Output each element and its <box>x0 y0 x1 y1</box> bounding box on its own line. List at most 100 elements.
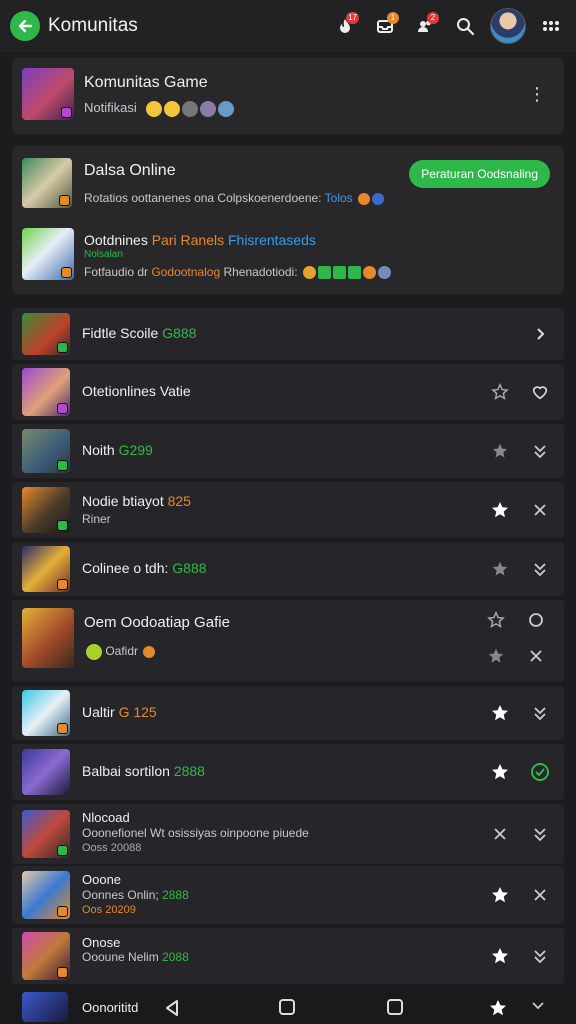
list-item[interactable]: Balbai sortilon 2888 <box>12 744 564 800</box>
sticker-icon <box>358 192 370 205</box>
list-item[interactable]: Fidtle Scoile G888 <box>12 308 564 360</box>
avatar-icon <box>218 100 235 117</box>
star-filled-icon[interactable] <box>490 500 510 520</box>
item-thumbnail <box>22 608 74 668</box>
heart-icon[interactable] <box>530 382 550 402</box>
item-title: Nlocoad <box>82 810 130 825</box>
emoji-icon <box>164 100 181 117</box>
chevron-right-icon[interactable] <box>530 324 550 344</box>
featured-thumbnail <box>22 158 72 208</box>
star-icon[interactable] <box>490 559 510 579</box>
check-circle-icon[interactable] <box>530 762 550 782</box>
item-title: Balbai sortilon 2888 <box>82 763 205 779</box>
item-title: Noith G299 <box>82 442 153 458</box>
star-filled-icon[interactable] <box>490 946 510 966</box>
list-item[interactable]: Nlocoad Ooonefionel Wt osissiyas oinpoon… <box>12 804 564 864</box>
circle-icon[interactable] <box>526 610 546 630</box>
item-title-text: Nodie btiayot <box>82 493 164 509</box>
sticker-icon <box>143 646 156 658</box>
star-filled-icon[interactable] <box>490 703 510 723</box>
avatar-icon <box>182 100 199 117</box>
post-thumbnail <box>22 228 74 280</box>
star-filled-icon[interactable] <box>490 762 510 782</box>
item-thumbnail <box>22 429 70 473</box>
system-nav-bar: Oonorititd <box>0 990 576 1024</box>
item-title: Oonorititd <box>82 1000 139 1015</box>
star-outline-icon[interactable] <box>486 610 506 630</box>
star-icon[interactable] <box>490 441 510 461</box>
close-icon[interactable] <box>490 824 510 844</box>
item-subtitle-text: Oooune Nelim <box>82 950 159 964</box>
sticker-icon <box>372 192 384 205</box>
avatar-icon <box>200 100 217 117</box>
more-options-icon[interactable]: ⋮ <box>528 84 546 105</box>
inbox-button[interactable]: 1 <box>370 11 400 41</box>
item-title-text: Colinee o tdh: <box>82 560 169 576</box>
post-meta-highlight: Godootnalog <box>151 265 221 279</box>
post-title-highlight: Pari Ranels <box>151 232 225 248</box>
close-icon[interactable] <box>530 885 550 905</box>
user-avatar[interactable] <box>490 8 526 44</box>
close-icon[interactable] <box>530 500 550 520</box>
sticker-icon <box>332 266 346 280</box>
community-meta: Notifikasi <box>84 100 235 117</box>
item-thumbnail <box>22 487 70 533</box>
close-icon[interactable] <box>526 646 546 666</box>
nav-recents-icon[interactable] <box>386 998 404 1021</box>
list-item[interactable]: Ooone Oonnes Onlin; 2888 Oos 20209 <box>12 866 564 924</box>
post-title: Ootdnines Pari Ranels Fhisrentaseds <box>84 232 316 248</box>
item-detail: Oos 20209 <box>82 904 136 916</box>
back-button[interactable] <box>10 11 40 41</box>
inbox-badge: 1 <box>387 12 399 24</box>
item-title: Ooone <box>82 872 122 887</box>
item-title-text: Balbai sortilon <box>82 763 170 779</box>
featured-description-text: Rotatios oottanenes ona Colpskoenerdoene… <box>84 191 322 205</box>
item-thumbnail <box>22 690 70 736</box>
community-thumbnail <box>22 68 74 120</box>
list-item[interactable]: Oem Oodoatiap Gafie Oafidr <box>12 600 564 682</box>
list-item[interactable]: Nodie btiayot 825 Riner <box>12 482 564 538</box>
friends-badge: 2 <box>427 12 439 24</box>
star-outline-icon[interactable] <box>490 382 510 402</box>
nav-home-icon[interactable] <box>278 998 296 1021</box>
item-title: Otetionlines Vatie <box>82 383 191 399</box>
featured-tag: Tolos <box>324 191 353 205</box>
item-value: 2088 <box>162 950 189 964</box>
item-value: 2888 <box>173 763 205 779</box>
list-item[interactable]: Otetionlines Vatie <box>12 364 564 420</box>
post-title-link: Fhisrentaseds <box>227 232 316 248</box>
featured-card: Dalsa Online Peraturan Oodsnaling Rotati… <box>12 146 564 294</box>
emoji-icon <box>146 100 163 117</box>
rules-button[interactable]: Peraturan Oodsnaling <box>409 160 550 188</box>
star-icon[interactable] <box>486 646 506 666</box>
list-item[interactable]: Colinee o tdh: G888 <box>12 542 564 596</box>
expand-icon[interactable] <box>530 441 550 461</box>
post-meta-text: Fotfaudio dr <box>84 265 149 279</box>
nav-back-icon[interactable] <box>162 998 182 1023</box>
search-button[interactable] <box>450 11 480 41</box>
sticker-icon <box>362 266 376 280</box>
list-item[interactable]: Ualtir G 125 <box>12 686 564 740</box>
item-subtitle-text: Oonnes Onlin; <box>82 888 159 902</box>
fire-notification-button[interactable]: 17 <box>330 11 360 41</box>
post-meta-suffix: Rhenadotiodi: <box>223 265 298 279</box>
item-thumbnail <box>22 749 70 795</box>
item-detail: Ooss 20088 <box>82 842 142 854</box>
star-filled-icon[interactable] <box>488 998 508 1023</box>
friends-button[interactable]: 2 <box>410 11 440 41</box>
expand-icon[interactable] <box>530 703 550 723</box>
list-item[interactable]: Noith G299 <box>12 424 564 478</box>
item-value: G 125 <box>118 704 157 720</box>
sticker-icon <box>347 266 361 280</box>
item-title-text: Ualtir <box>82 704 115 720</box>
expand-icon[interactable] <box>530 1000 546 1021</box>
expand-icon[interactable] <box>530 559 550 579</box>
expand-icon[interactable] <box>530 824 550 844</box>
featured-title: Dalsa Online <box>84 162 176 179</box>
community-card[interactable]: Komunitas Game Notifikasi ⋮ <box>12 58 564 134</box>
list-item[interactable]: Onose Oooune Nelim 2088 <box>12 928 564 984</box>
apps-menu-button[interactable] <box>536 11 566 41</box>
star-filled-icon[interactable] <box>490 885 510 905</box>
expand-icon[interactable] <box>530 946 550 966</box>
post-title-text: Ootdnines <box>84 232 148 248</box>
